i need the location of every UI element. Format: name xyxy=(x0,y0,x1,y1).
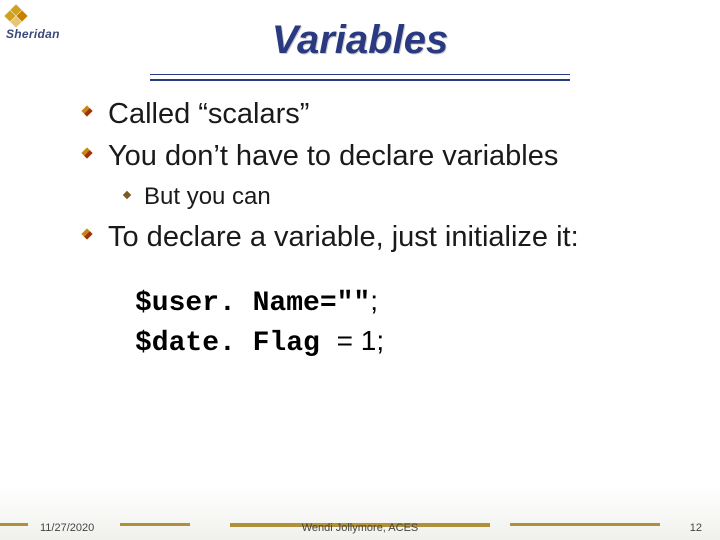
diamond-bullet-icon xyxy=(80,219,108,241)
footer: 11/27/2020 Wendi Jollymore, ACES 12 xyxy=(0,512,720,540)
diamond-bullet-icon xyxy=(80,138,108,160)
code-line: $date. Flag = 1; xyxy=(135,325,700,359)
small-diamond-bullet-icon xyxy=(122,183,144,204)
footer-page-number: 12 xyxy=(690,522,702,534)
bullet-item: You don’t have to declare variables xyxy=(80,138,700,174)
code-text: = 1; xyxy=(337,325,384,356)
code-text: ; xyxy=(370,285,378,316)
code-line: $user. Name=""; xyxy=(135,285,700,319)
sub-bullet-text: But you can xyxy=(144,183,271,211)
title-underline xyxy=(150,74,570,81)
content-area: Called “scalars” You don’t have to decla… xyxy=(80,90,700,365)
slide: Sheridan Variables Called “scalars” You … xyxy=(0,0,720,540)
bullet-text: Called “scalars” xyxy=(108,96,309,132)
code-block: $user. Name=""; $date. Flag = 1; xyxy=(80,285,700,359)
sub-bullet-item: But you can xyxy=(80,183,700,211)
bullet-text: To declare a variable, just initialize i… xyxy=(108,219,579,255)
bullet-item: Called “scalars” xyxy=(80,96,700,132)
slide-title: Variables xyxy=(0,18,720,63)
footer-author: Wendi Jollymore, ACES xyxy=(0,522,720,534)
code-text: $user. Name="" xyxy=(135,288,370,319)
diamond-bullet-icon xyxy=(80,96,108,118)
bullet-item: To declare a variable, just initialize i… xyxy=(80,219,700,255)
code-text: $date. Flag xyxy=(135,328,337,359)
bullet-text: You don’t have to declare variables xyxy=(108,138,558,174)
